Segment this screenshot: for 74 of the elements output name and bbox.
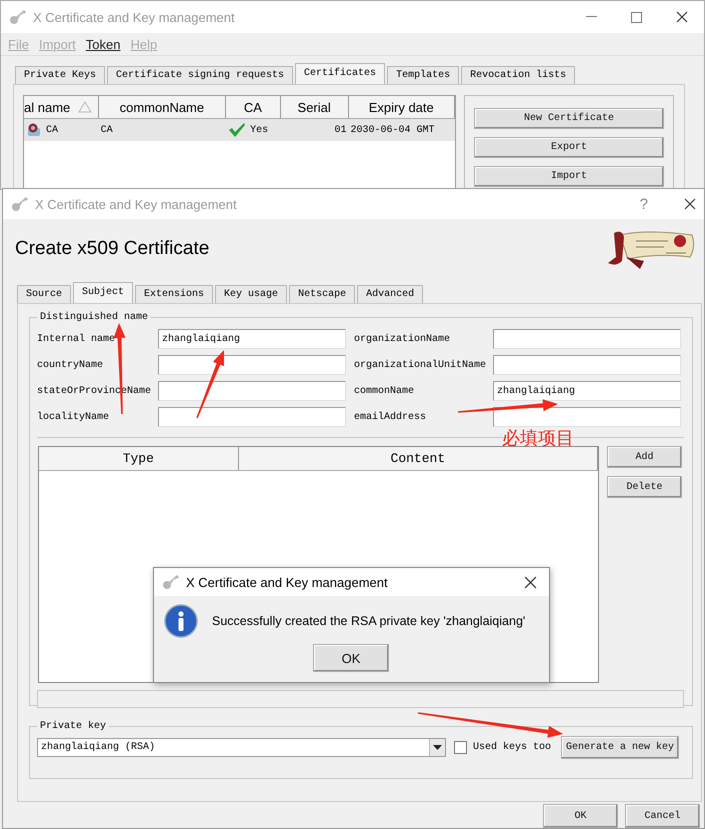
annotation-note: 必填项目 [502, 427, 574, 450]
column-header[interactable]: commonName [98, 96, 226, 118]
field-label: localityName [37, 412, 110, 422]
action-button[interactable]: Add [607, 446, 682, 468]
input-field[interactable] [158, 381, 346, 401]
help-button[interactable]: ? [640, 196, 648, 212]
close-icon[interactable] [524, 576, 537, 588]
field-label: Internal name [37, 334, 116, 344]
field-label: countryName [37, 360, 104, 370]
message-text: Successfully created the RSA private key 'zhanglaiqiang' [212, 614, 526, 628]
input-field[interactable]: zhanglaiqiang [493, 381, 681, 401]
tab[interactable]: Key usage [215, 285, 288, 303]
input-field[interactable] [158, 407, 346, 427]
window-title: X Certificate and Key management [33, 10, 235, 24]
column-header[interactable]: CA [226, 96, 281, 118]
column-header[interactable]: Expiry date [348, 96, 455, 118]
key-dropdown[interactable]: zhanglaiqiang (RSA) [37, 738, 446, 757]
checkbox-label[interactable]: Used keys too [473, 742, 552, 753]
input-field[interactable] [493, 329, 681, 349]
window-title: X Certificate and Key management [186, 574, 388, 590]
tab[interactable]: Certificate signing requests [107, 66, 294, 84]
window-title: X Certificate and Key management [35, 196, 237, 212]
certificate-icon [26, 122, 42, 138]
close-icon[interactable] [676, 11, 688, 23]
ok-button[interactable]: OK [313, 644, 389, 672]
dialog-button[interactable]: Cancel [625, 804, 700, 828]
info-icon [164, 604, 198, 638]
tab[interactable]: Extensions [135, 285, 214, 303]
tab[interactable]: Templates [387, 66, 460, 84]
checkbox[interactable] [454, 741, 467, 754]
minimize-icon[interactable] [586, 16, 597, 18]
action-button[interactable]: Export [474, 137, 664, 158]
tab[interactable]: Certificates [295, 63, 386, 84]
column-header[interactable]: Content [238, 447, 598, 470]
tab[interactable]: Subject [73, 282, 134, 303]
action-button[interactable]: New Certificate [474, 108, 664, 129]
input-field[interactable] [493, 407, 681, 427]
table-row[interactable]: CA CA Yes 01 2030-06-04 GMT [24, 119, 455, 141]
arrow [196, 350, 224, 418]
column-header[interactable]: Type [39, 447, 239, 470]
key-icon [162, 574, 180, 590]
tab[interactable]: Private Keys [15, 66, 106, 84]
column-header[interactable]: Serial [280, 96, 348, 118]
dialog-button[interactable]: OK [543, 804, 618, 828]
field-label: organizationalUnitName [353, 360, 488, 370]
column-header[interactable]: al name [24, 100, 70, 114]
tab[interactable]: Advanced [357, 285, 424, 303]
field-label: organizationName [353, 334, 452, 344]
table-cell: CA [46, 124, 58, 136]
key-icon [11, 196, 29, 212]
action-button[interactable]: Delete [607, 476, 682, 498]
group-title: Private key [39, 721, 108, 732]
caret-icon[interactable] [433, 745, 442, 750]
generate-key-button[interactable]: Generate a new key [561, 736, 680, 759]
table-cell: CA [100, 124, 113, 136]
group-title: Distinguished name [39, 312, 150, 323]
action-button[interactable]: Import [474, 166, 664, 187]
tab[interactable]: Source [17, 285, 72, 303]
table-cell: 01 [334, 124, 346, 136]
input-field[interactable]: zhanglaiqiang [158, 329, 346, 349]
table-cell: 2030-06-04 GMT [350, 124, 435, 136]
close-icon[interactable] [684, 198, 696, 210]
tab[interactable]: Netscape [289, 285, 356, 303]
input-field[interactable] [493, 355, 681, 375]
menu-item[interactable]: Token [86, 36, 120, 52]
table-cell: Yes [250, 124, 268, 136]
input-field[interactable] [158, 355, 346, 375]
field-label: emailAddress [353, 412, 428, 422]
field-label: commonName [353, 386, 416, 396]
tab[interactable]: Revocation lists [461, 66, 576, 84]
check-icon [228, 122, 246, 138]
dialog-heading: Create x509 Certificate [15, 238, 210, 260]
maximize-icon[interactable] [631, 12, 642, 22]
key-icon [9, 9, 27, 25]
